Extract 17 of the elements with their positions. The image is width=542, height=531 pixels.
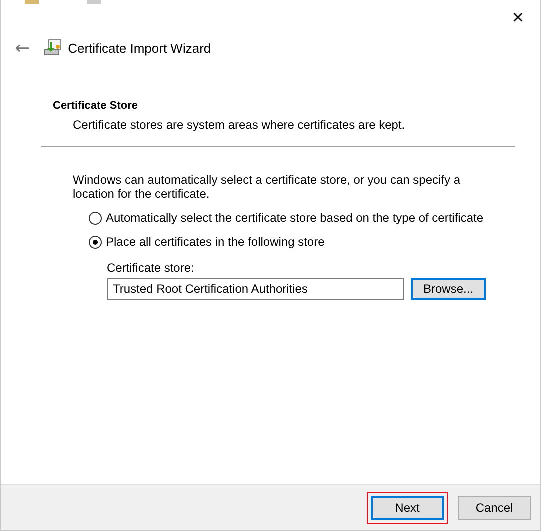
- folder-icon: [25, 0, 39, 4]
- section-description: Certificate stores are system areas where certificates are kept.: [73, 118, 406, 132]
- browse-button[interactable]: Browse...: [411, 278, 486, 300]
- option-label[interactable]: Place all certificates in the following store: [106, 235, 325, 249]
- section-heading: Certificate Store: [53, 100, 139, 112]
- back-button[interactable]: ←: [11, 38, 34, 58]
- close-button[interactable]: ×: [508, 6, 528, 30]
- field-label: Certificate store:: [107, 261, 196, 275]
- certificate-icon: [44, 39, 62, 57]
- radio-button[interactable]: [89, 236, 102, 248]
- footer-button[interactable]: Next: [371, 496, 444, 520]
- intro-text: Windows can automatically select a certificate store, or you can specify a location for the certificate.: [73, 173, 462, 201]
- store-field[interactable]: Trusted Root Certification Authorities: [107, 278, 404, 300]
- window-title: Certificate Import Wizard: [68, 40, 212, 56]
- option-label[interactable]: Automatically select the certificate store based on the type of certificate: [106, 211, 484, 225]
- footer-button[interactable]: Cancel: [458, 496, 531, 520]
- radio-button[interactable]: [89, 212, 102, 224]
